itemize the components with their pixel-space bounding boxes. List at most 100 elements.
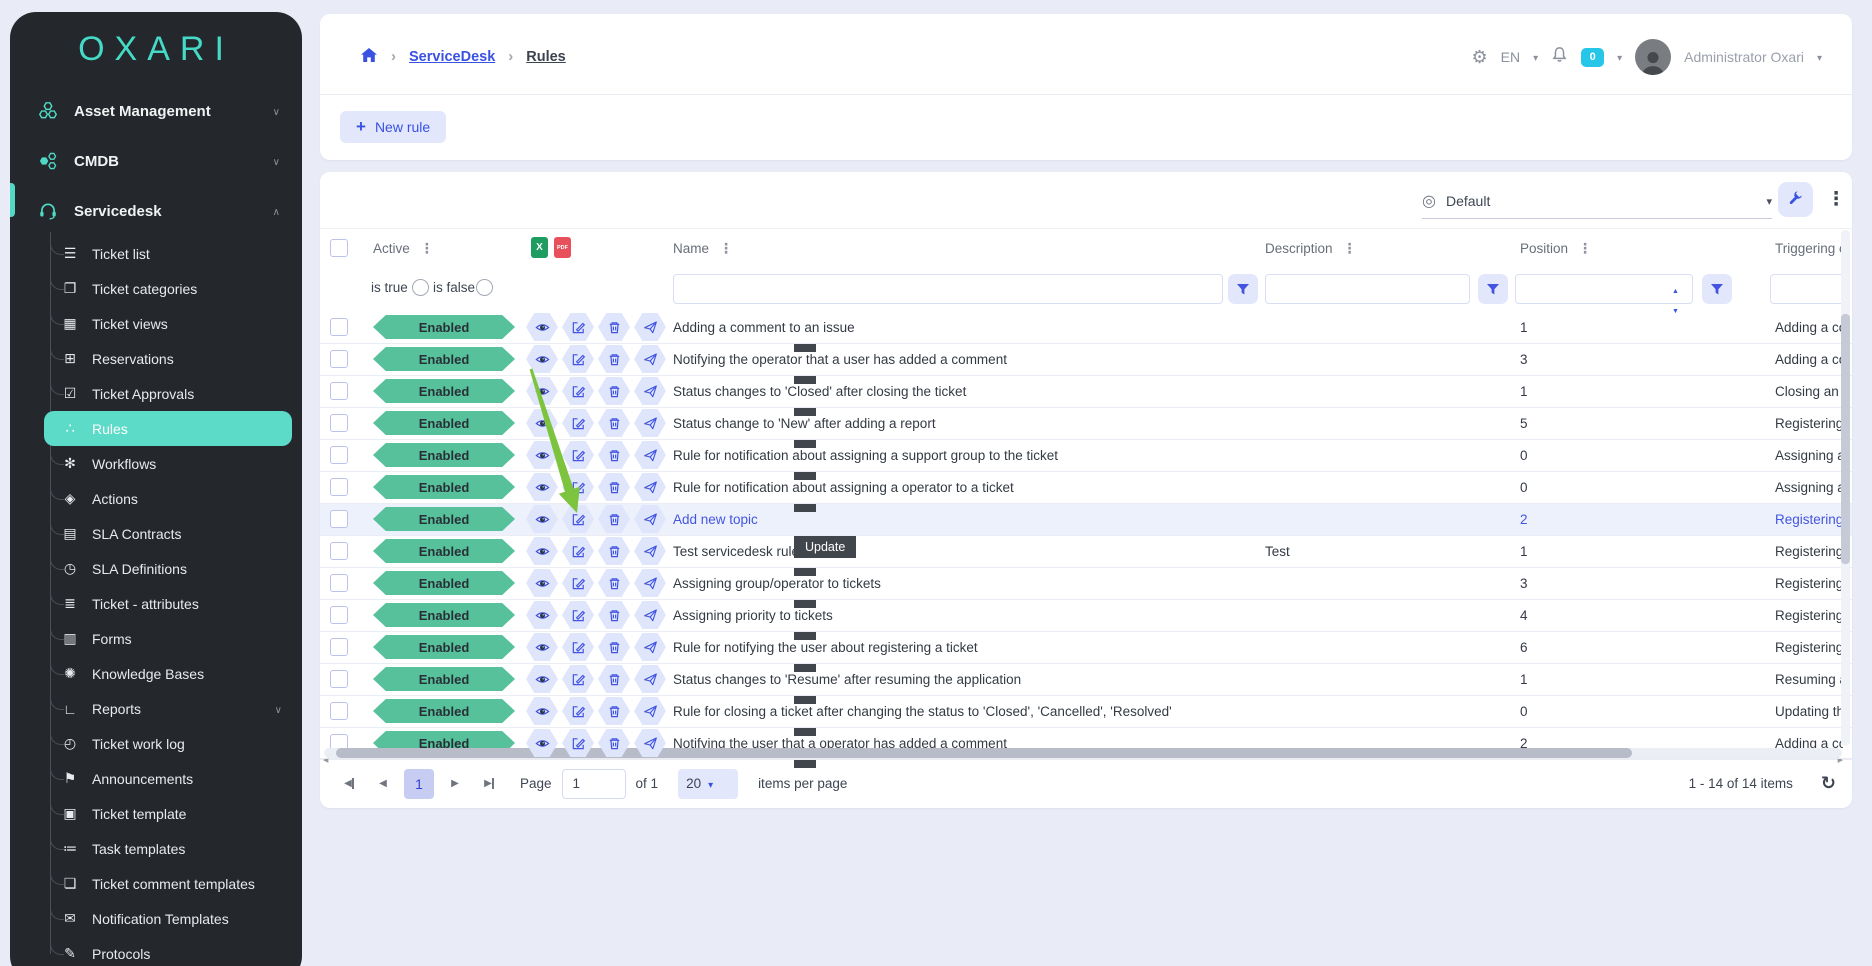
spin-up-icon[interactable] [1672,280,1679,298]
delete-button[interactable] [598,537,630,565]
triggering-filter-input[interactable] [1770,274,1844,304]
table-row[interactable]: Enabled Rule for closing a ticket after … [320,696,1852,736]
next-page-button[interactable] [442,771,468,797]
delete-button[interactable] [598,601,630,629]
row-checkbox[interactable] [330,574,348,592]
edit-button[interactable] [562,729,594,757]
table-row[interactable]: Enabled Assigning priority to tickets 4 … [320,600,1852,640]
send-button[interactable] [634,665,666,693]
delete-button[interactable] [598,697,630,725]
view-button[interactable] [526,377,558,405]
rule-name[interactable]: Notifying the operator that a user has a… [673,344,1007,375]
view-button[interactable] [526,345,558,373]
filter-is-false-radio[interactable] [476,279,493,296]
description-filter-funnel-button[interactable] [1478,274,1508,304]
sidebar-item-cmdb[interactable]: CMDB [10,136,302,186]
table-row[interactable]: Enabled Add new topic 2 Registering Upda… [320,504,1852,558]
sidebar-item-reports[interactable]: ∟ Reports [10,687,302,726]
delete-button[interactable] [598,409,630,437]
sidebar-item-ticket-approvals[interactable]: ☑ Ticket Approvals [10,372,302,411]
table-row[interactable]: Enabled Notifying the operator that a us… [320,344,1852,384]
send-button[interactable] [634,409,666,437]
first-page-button[interactable] [336,771,362,797]
delete-button[interactable] [598,345,630,373]
row-checkbox[interactable] [330,670,348,688]
rule-name[interactable]: Rule for notification about assigning a … [673,440,1058,471]
sidebar-item-reservations[interactable]: ⊞ Reservations [10,337,302,376]
send-button[interactable] [634,377,666,405]
delete-button[interactable] [598,569,630,597]
avatar[interactable] [1635,39,1672,75]
row-checkbox[interactable] [330,702,348,720]
rule-name[interactable]: Add new topic [673,504,758,535]
table-row[interactable]: Enabled Rule for notification about assi… [320,440,1852,480]
sidebar-item-ticket-attributes[interactable]: ≣ Ticket - attributes [10,582,302,621]
table-row[interactable]: Enabled Status change to 'New' after add… [320,408,1852,448]
vertical-scrollbar-thumb[interactable] [1841,314,1850,564]
send-button[interactable] [634,633,666,661]
filter-is-true-radio[interactable] [412,279,429,296]
user-name[interactable]: Administrator Oxari [1684,49,1804,65]
rule-name[interactable]: Rule for notifying the user about regist… [673,632,978,663]
send-button[interactable] [634,473,666,501]
delete-button[interactable] [598,377,630,405]
view-button[interactable] [526,505,558,533]
send-button[interactable] [634,505,666,533]
sidebar-item-announcements[interactable]: ⚑ Announcements [10,757,302,796]
row-checkbox[interactable] [330,606,348,624]
view-button[interactable] [526,601,558,629]
breadcrumb-servicedesk[interactable]: ServiceDesk [409,49,495,65]
column-header-description[interactable]: Description [1265,229,1357,267]
send-button[interactable] [634,313,666,341]
name-filter-funnel-button[interactable] [1228,274,1258,304]
row-checkbox[interactable] [330,350,348,368]
rule-name[interactable]: Adding a comment to an issue [673,312,855,343]
edit-button[interactable] [562,441,594,469]
sidebar-item-protocols[interactable]: ✎ Protocols [10,932,302,966]
delete-button[interactable] [598,665,630,693]
view-selector-dropdown[interactable]: Default [1422,184,1772,219]
view-button[interactable] [526,537,558,565]
row-checkbox[interactable] [330,478,348,496]
select-all-checkbox[interactable] [330,239,348,257]
view-button[interactable] [526,409,558,437]
edit-button[interactable] [562,697,594,725]
items-per-page-select[interactable]: 20 [678,768,739,799]
view-button[interactable] [526,569,558,597]
sidebar-item-forms[interactable]: ▥ Forms [10,617,302,656]
row-checkbox[interactable] [330,382,348,400]
edit-button[interactable] [562,505,594,533]
row-checkbox[interactable] [330,510,348,528]
delete-button[interactable] [598,473,630,501]
view-button[interactable] [526,665,558,693]
sidebar-item-sla-contracts[interactable]: ▤ SLA Contracts [10,512,302,551]
rule-name[interactable]: Rule for notification about assigning a … [673,472,1014,503]
edit-button[interactable] [562,345,594,373]
position-filter-input[interactable] [1515,274,1693,304]
column-header-triggering[interactable]: Triggering e [1775,229,1847,267]
view-button[interactable] [526,729,558,757]
rule-name[interactable]: Assigning group/operator to tickets [673,568,881,599]
delete-button[interactable] [598,313,630,341]
table-row[interactable]: Enabled Status changes to 'Resume' after… [320,664,1852,704]
page-number-input[interactable] [561,768,626,799]
view-button[interactable] [526,633,558,661]
view-button[interactable] [526,313,558,341]
last-page-button[interactable] [476,771,502,797]
edit-button[interactable] [562,601,594,629]
rule-name[interactable]: Test servicedesk rule [673,536,799,567]
sidebar-item-servicedesk[interactable]: Servicedesk [10,186,302,236]
table-row[interactable]: Enabled Adding a comment to an issue 1 A… [320,312,1852,352]
column-header-position[interactable]: Position [1520,229,1592,267]
sidebar-item-ticket-list[interactable]: ☰ Ticket list [10,232,302,271]
row-checkbox[interactable] [330,638,348,656]
rule-name[interactable]: Status changes to 'Resume' after resumin… [673,664,1021,695]
row-checkbox[interactable] [330,446,348,464]
sidebar-item-workflows[interactable]: ✻ Workflows [10,442,302,481]
sidebar-item-knowledge-bases[interactable]: ✺ Knowledge Bases [10,652,302,691]
sidebar-item-ticket-categories[interactable]: ❐ Ticket categories [10,267,302,306]
sidebar-item-asset-management[interactable]: Asset Management [10,86,302,136]
name-filter-input[interactable] [673,274,1223,304]
send-button[interactable] [634,729,666,757]
edit-button[interactable] [562,537,594,565]
